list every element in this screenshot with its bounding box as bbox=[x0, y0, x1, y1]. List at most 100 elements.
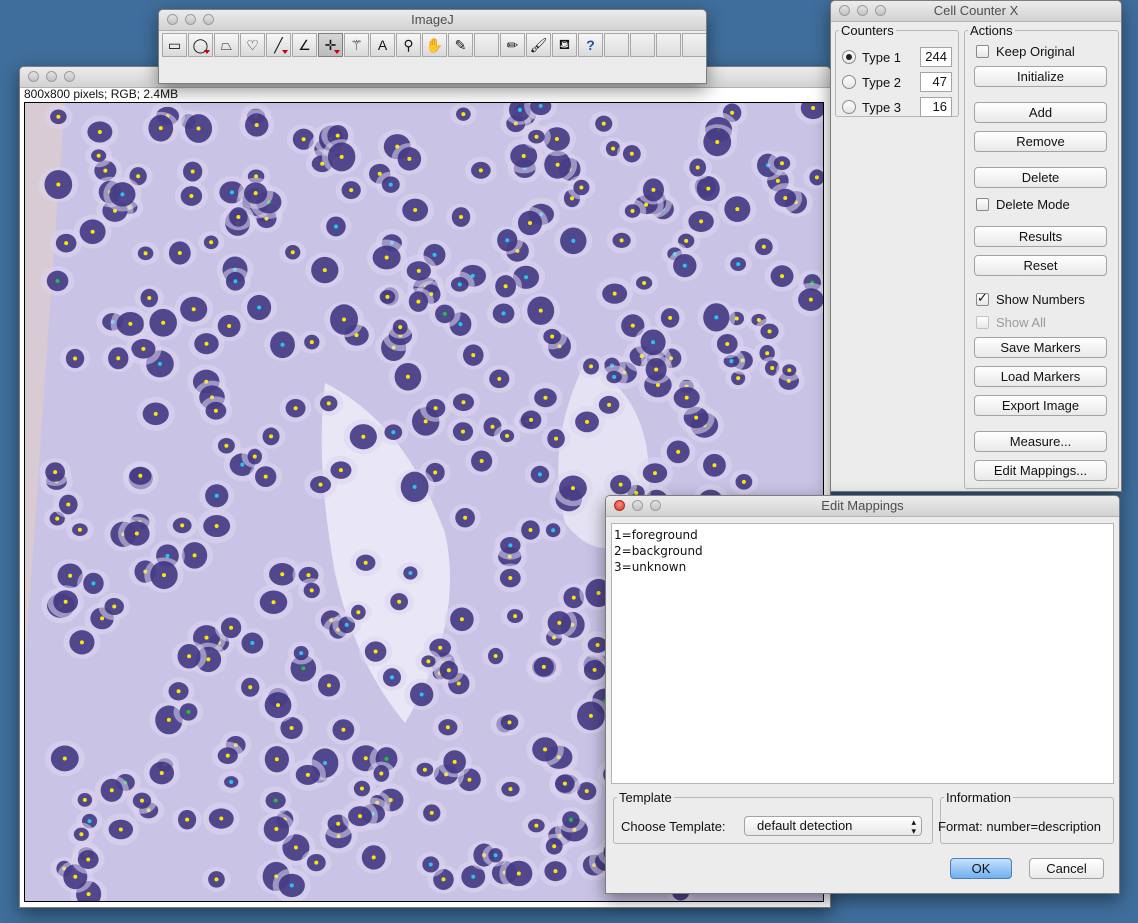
cell-marker[interactable] bbox=[780, 161, 785, 166]
cell-marker[interactable] bbox=[385, 294, 390, 299]
dropper-tool-icon[interactable]: ✎ bbox=[448, 33, 473, 57]
cell-marker[interactable] bbox=[165, 553, 170, 558]
cell-marker[interactable] bbox=[257, 305, 262, 310]
cell-marker[interactable] bbox=[161, 573, 166, 578]
cell-marker[interactable] bbox=[629, 151, 634, 156]
cell-marker[interactable] bbox=[273, 798, 278, 803]
cell-marker[interactable] bbox=[250, 641, 255, 646]
cell-marker[interactable] bbox=[441, 877, 446, 882]
cell-marker[interactable] bbox=[109, 788, 114, 793]
reset-button[interactable]: Reset bbox=[974, 255, 1107, 276]
cell-marker[interactable] bbox=[344, 622, 349, 627]
cell-marker[interactable] bbox=[240, 462, 245, 467]
cell-marker[interactable] bbox=[62, 756, 67, 761]
cell-marker[interactable] bbox=[461, 112, 466, 117]
show-numbers-box[interactable] bbox=[976, 290, 989, 306]
cell-marker[interactable] bbox=[77, 527, 82, 532]
cell-marker[interactable] bbox=[128, 321, 133, 326]
cell-marker[interactable] bbox=[233, 279, 238, 284]
zoom-icon[interactable] bbox=[875, 5, 886, 16]
cell-marker[interactable] bbox=[471, 353, 476, 358]
cell-marker[interactable] bbox=[280, 342, 285, 347]
cell-marker[interactable] bbox=[736, 262, 741, 267]
cell-marker[interactable] bbox=[452, 759, 457, 764]
freehand-tool-icon[interactable]: ♡ bbox=[240, 33, 265, 57]
cell-marker[interactable] bbox=[612, 375, 617, 380]
load-markers-button[interactable]: Load Markers bbox=[974, 366, 1107, 387]
cell-marker[interactable] bbox=[543, 747, 548, 752]
cell-marker[interactable] bbox=[338, 468, 343, 473]
cell-marker[interactable] bbox=[336, 821, 341, 826]
text-tool-icon[interactable]: A bbox=[370, 33, 395, 57]
cell-marker[interactable] bbox=[96, 153, 101, 158]
cell-marker[interactable] bbox=[68, 573, 73, 578]
cell-marker[interactable] bbox=[274, 757, 279, 762]
cell-marker[interactable] bbox=[528, 528, 533, 533]
cell-marker[interactable] bbox=[432, 252, 437, 257]
magnifier-tool-icon[interactable]: ⚲ bbox=[396, 33, 421, 57]
cell-marker[interactable] bbox=[384, 255, 389, 260]
cell-marker[interactable] bbox=[676, 449, 681, 454]
cell-marker[interactable] bbox=[712, 463, 717, 468]
cell-marker[interactable] bbox=[508, 576, 513, 581]
cell-marker[interactable] bbox=[309, 588, 314, 593]
cell-marker[interactable] bbox=[446, 668, 451, 673]
cell-marker[interactable] bbox=[147, 296, 152, 301]
cell-marker[interactable] bbox=[389, 675, 394, 680]
cell-marker[interactable] bbox=[695, 165, 700, 170]
cell-marker[interactable] bbox=[537, 472, 542, 477]
cell-marker[interactable] bbox=[497, 376, 502, 381]
cell-marker[interactable] bbox=[309, 340, 314, 345]
cell-marker[interactable] bbox=[227, 324, 232, 329]
cell-marker[interactable] bbox=[301, 137, 306, 142]
cell-marker[interactable] bbox=[214, 877, 219, 882]
cell-marker[interactable] bbox=[589, 364, 594, 369]
cell-marker[interactable] bbox=[505, 238, 510, 243]
cell-marker[interactable] bbox=[120, 192, 125, 197]
cell-marker[interactable] bbox=[596, 591, 601, 596]
cell-marker[interactable] bbox=[86, 892, 91, 897]
cell-marker[interactable] bbox=[423, 419, 428, 424]
cell-marker[interactable] bbox=[595, 642, 600, 647]
export-image-button[interactable]: Export Image bbox=[974, 395, 1107, 416]
cell-marker[interactable] bbox=[651, 340, 656, 345]
cell-marker[interactable] bbox=[478, 168, 483, 173]
cell-marker[interactable] bbox=[407, 156, 412, 161]
cell-marker[interactable] bbox=[445, 725, 450, 730]
cell-marker[interactable] bbox=[299, 651, 304, 656]
remove-button[interactable]: Remove bbox=[974, 131, 1107, 152]
measure-button[interactable]: Measure... bbox=[974, 431, 1107, 452]
cell-marker[interactable] bbox=[219, 816, 224, 821]
cell-marker[interactable] bbox=[213, 408, 218, 413]
cell-marker[interactable] bbox=[412, 484, 417, 489]
results-button[interactable]: Results bbox=[974, 226, 1107, 247]
cell-marker[interactable] bbox=[293, 845, 298, 850]
imagej-titlebar[interactable]: ImageJ bbox=[159, 10, 706, 31]
close-icon[interactable] bbox=[28, 71, 39, 82]
ok-button[interactable]: OK bbox=[950, 858, 1012, 879]
cell-marker[interactable] bbox=[363, 756, 368, 761]
cell-marker[interactable] bbox=[254, 122, 259, 127]
delete-button[interactable]: Delete bbox=[974, 167, 1107, 188]
cell-marker[interactable] bbox=[433, 470, 438, 475]
cell-marker[interactable] bbox=[503, 284, 508, 289]
cell-marker[interactable] bbox=[349, 188, 354, 193]
cell-marker[interactable] bbox=[373, 649, 378, 654]
cell-marker[interactable] bbox=[568, 817, 573, 822]
cell-marker[interactable] bbox=[356, 610, 361, 615]
cell-marker[interactable] bbox=[118, 827, 123, 832]
cell-marker[interactable] bbox=[90, 229, 95, 234]
cell-marker[interactable] bbox=[554, 436, 559, 441]
delete-mode-checkbox[interactable]: Delete Mode bbox=[976, 197, 1070, 212]
oval-tool-icon[interactable]: ◯ bbox=[188, 33, 213, 57]
edit-mappings-button[interactable]: Edit Mappings... bbox=[974, 460, 1107, 481]
minimize-icon[interactable] bbox=[46, 71, 57, 82]
cell-marker[interactable] bbox=[159, 771, 164, 776]
cell-marker[interactable] bbox=[333, 224, 338, 229]
cell-marker[interactable] bbox=[780, 274, 785, 279]
cell-marker[interactable] bbox=[642, 280, 647, 285]
cell-marker[interactable] bbox=[236, 214, 241, 219]
cell-marker[interactable] bbox=[398, 325, 403, 330]
cell-marker[interactable] bbox=[459, 617, 464, 622]
close-icon[interactable] bbox=[167, 14, 178, 25]
